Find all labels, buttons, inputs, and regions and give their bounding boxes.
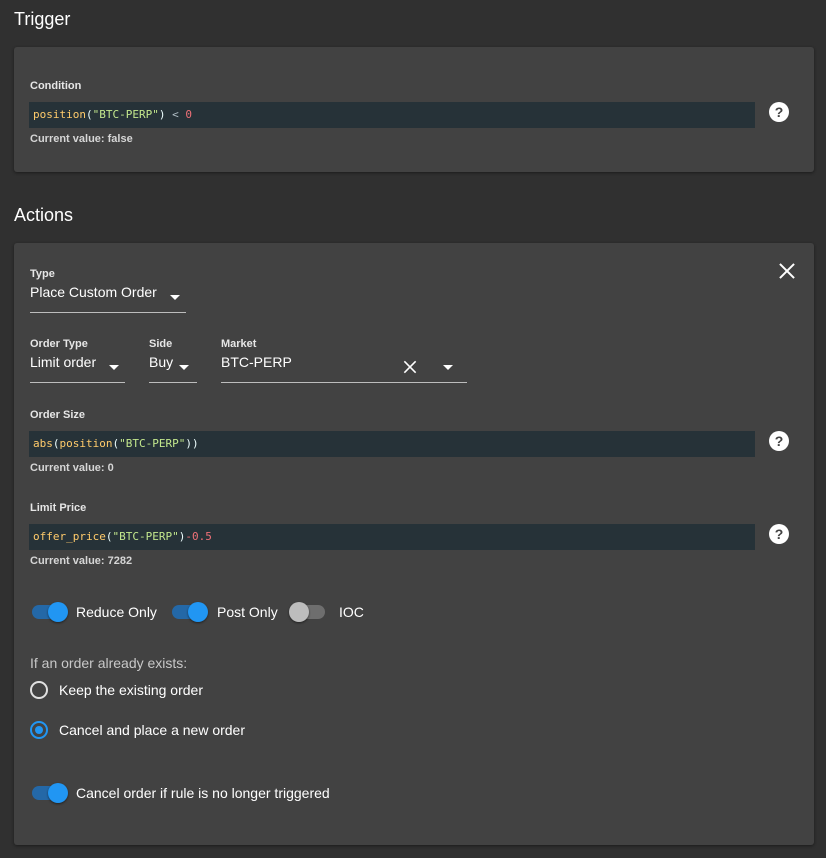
keep-existing-label: Keep the existing order: [59, 682, 203, 698]
chevron-down-icon: [443, 365, 453, 370]
help-circle-icon[interactable]: ?: [769, 524, 789, 544]
code-string: "BTC-PERP": [92, 108, 159, 121]
market-label: Market: [221, 338, 257, 350]
clear-icon[interactable]: [403, 360, 417, 374]
chevron-down-icon: [109, 365, 119, 370]
side-select-value: Buy: [149, 354, 174, 370]
chevron-down-icon: [179, 365, 189, 370]
code-fn: abs: [33, 437, 53, 450]
condition-editor[interactable]: position("BTC-PERP") < 0: [29, 102, 755, 128]
cancel-place-new-label: Cancel and place a new order: [59, 722, 246, 738]
help-circle-icon[interactable]: ?: [769, 431, 789, 451]
type-label: Type: [30, 268, 55, 280]
code-paren: (: [52, 437, 60, 450]
order-size-label: Order Size: [30, 409, 86, 421]
code-operator: <: [165, 108, 186, 121]
limit-price-editor[interactable]: offer_price("BTC-PERP")-0.5: [29, 524, 755, 550]
cancel-if-not-triggered-label: Cancel order if rule is no longer trigge…: [76, 785, 330, 801]
action-card: Type Place Custom Order Order Type Limit…: [14, 243, 814, 845]
close-icon[interactable]: [778, 262, 796, 280]
trigger-section-title: Trigger: [14, 9, 71, 29]
post-only-label: Post Only: [217, 604, 278, 620]
code-operator: -: [185, 530, 192, 543]
keep-existing-radio[interactable]: [30, 681, 48, 699]
limit-price-label: Limit Price: [30, 502, 87, 514]
code-string: "BTC-PERP": [112, 530, 179, 543]
code-paren: (: [85, 108, 93, 121]
order-type-label: Order Type: [30, 338, 88, 350]
code-number: 0.5: [191, 530, 212, 543]
type-select-value: Place Custom Order: [30, 284, 157, 300]
reduce-only-label: Reduce Only: [76, 604, 157, 620]
code-fn: position: [33, 108, 86, 121]
trigger-card: Condition position("BTC-PERP") < 0 ? Cur…: [14, 47, 814, 172]
reduce-only-toggle[interactable]: [30, 600, 70, 624]
side-label: Side: [149, 338, 173, 350]
ioc-toggle[interactable]: [289, 600, 329, 624]
order-type-select-value: Limit order: [30, 354, 97, 370]
code-fn: offer_price: [33, 530, 106, 543]
type-select[interactable]: Place Custom Order: [30, 281, 186, 313]
actions-section-title: Actions: [14, 205, 74, 225]
code-fn: position: [59, 437, 113, 450]
order-exists-question: If an order already exists:: [30, 655, 188, 671]
chevron-down-icon: [170, 295, 180, 300]
condition-label: Condition: [30, 80, 82, 92]
side-select[interactable]: Buy: [149, 351, 197, 383]
limit-price-current-value: Current value: 7282: [30, 555, 133, 567]
market-select-value: BTC-PERP: [221, 354, 292, 370]
post-only-toggle[interactable]: [170, 600, 210, 624]
condition-current-value: Current value: false: [30, 133, 133, 145]
code-paren: ): [185, 437, 192, 450]
order-size-current-value: Current value: 0: [30, 462, 114, 474]
help-circle-icon[interactable]: ?: [769, 102, 789, 122]
ioc-label: IOC: [339, 604, 364, 620]
order-size-editor[interactable]: abs(position("BTC-PERP")): [29, 431, 755, 457]
cancel-place-new-radio[interactable]: [30, 721, 48, 739]
cancel-if-not-triggered-toggle[interactable]: [30, 781, 70, 805]
code-paren: ): [191, 437, 199, 450]
code-number: 0: [185, 108, 192, 121]
market-select[interactable]: BTC-PERP: [221, 351, 467, 383]
code-string: "BTC-PERP": [119, 437, 186, 450]
order-type-select[interactable]: Limit order: [30, 351, 125, 383]
